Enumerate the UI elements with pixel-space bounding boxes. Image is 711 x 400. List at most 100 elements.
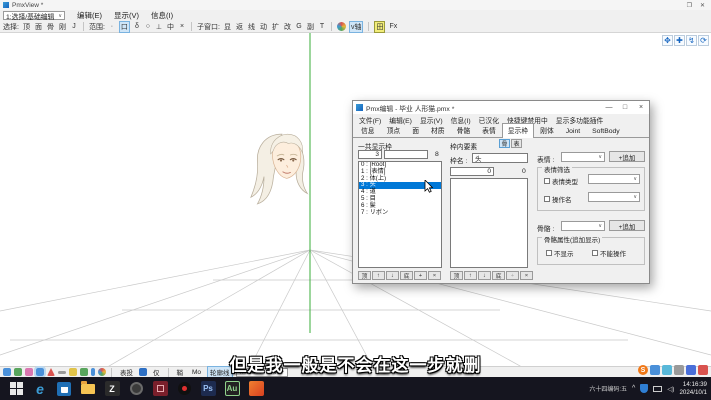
element-down-button[interactable]: ↓ (478, 271, 491, 280)
frame-list-item[interactable]: 7 : リボン (359, 210, 441, 217)
element-delete-button[interactable]: × (520, 271, 533, 280)
range-point-button[interactable]: · (108, 23, 116, 30)
select-bone-button[interactable]: 骨 (46, 22, 55, 32)
tab-info[interactable]: 信息 (355, 123, 381, 137)
menu-edit[interactable]: 编辑(E) (77, 10, 102, 21)
frame-listbox[interactable]: 0 : [Root] 1 : [表情] 2 : 体(上) 3 : 头 4 : 道… (358, 161, 442, 268)
edit-mode-select[interactable]: 1:选择/基础编辑 ∨ (3, 11, 65, 20)
element-index-input[interactable]: 0 (450, 167, 494, 176)
frame-up-button[interactable]: ↑ (372, 271, 385, 280)
element-morph-toggle[interactable]: 表 (511, 139, 522, 148)
menu-info[interactable]: 信息(I) (151, 10, 173, 21)
tab-display-frame[interactable]: 显示枠 (502, 123, 534, 138)
dialog-menu-plugins[interactable]: 显示多功能插件 (556, 115, 604, 125)
range-clear-button[interactable]: × (178, 23, 186, 30)
select-joint-button[interactable]: J (70, 23, 78, 30)
dialog-minimize-icon[interactable]: — (601, 104, 617, 111)
dark-circle-app-icon[interactable] (128, 381, 144, 397)
tab-rigidbody[interactable]: 刚体 (534, 123, 560, 137)
video-subtitle: 但是我一般是不会在这一步就删 (0, 351, 711, 376)
element-bottom-button[interactable]: 底 (492, 271, 505, 280)
select-face-button[interactable]: 面 (34, 22, 43, 32)
rotation-sphere-icon[interactable] (337, 22, 346, 31)
v-axis-button[interactable]: v轴 (349, 21, 364, 33)
frame-bottom-button[interactable]: 底 (400, 271, 413, 280)
frame-index-input[interactable]: 3 (358, 150, 382, 159)
frame-add-button[interactable]: + (414, 271, 427, 280)
red-app-icon[interactable] (152, 381, 168, 397)
frame-down-button[interactable]: ↓ (386, 271, 399, 280)
tab-morph[interactable]: 表情 (476, 123, 502, 137)
subwin-button-7[interactable]: G (295, 23, 303, 30)
element-top-button[interactable]: 顶 (450, 271, 463, 280)
store-icon[interactable] (56, 381, 72, 397)
dialog-title: Pmx编辑 - 毕业 人形猫.pmx * (366, 103, 454, 113)
defender-shield-icon[interactable] (640, 384, 648, 393)
morph-add-button[interactable]: +追加 (609, 151, 645, 162)
subwin-button-6[interactable]: 改 (283, 22, 292, 32)
tab-vertex[interactable]: 顶点 (381, 123, 407, 137)
menu-view[interactable]: 显示(V) (114, 10, 139, 21)
bone-add-button[interactable]: +追加 (609, 220, 645, 231)
subwin-button-2[interactable]: 返 (235, 22, 244, 32)
speaker-icon[interactable]: ◁) (667, 385, 674, 393)
range-group-label: 范围: (89, 22, 105, 32)
morph-combo[interactable]: ∨ (561, 152, 605, 162)
dialog-maximize-icon[interactable]: □ (617, 104, 633, 111)
bone-lock-checkbox[interactable]: 不能操作 (592, 248, 626, 258)
subwin-button-9[interactable]: T (318, 23, 326, 30)
select-vertex-button[interactable]: 顶 (22, 22, 31, 32)
recorder-app-icon[interactable] (176, 381, 192, 397)
select-rigid-button[interactable]: 刚 (58, 22, 67, 32)
bone-hide-checkbox[interactable]: 不显示 (546, 248, 574, 258)
audition-icon[interactable]: Au (224, 381, 240, 397)
element-up-button[interactable]: ↑ (464, 271, 477, 280)
taskbar-clock[interactable]: 14:16:39 2024/10/1 (679, 381, 707, 397)
frame-name-field[interactable]: 头 (472, 153, 528, 163)
fx-button[interactable]: Fx (388, 23, 398, 30)
element-bone-toggle[interactable]: 骨 (499, 139, 510, 148)
grid-view-icon[interactable]: 田 (374, 21, 385, 33)
frame-name-input[interactable] (384, 150, 428, 159)
ime-status[interactable]: 六十四编码:五 (589, 384, 627, 393)
file-explorer-icon[interactable] (80, 381, 96, 397)
dialog-close-icon[interactable]: × (633, 104, 649, 111)
photoshop-icon[interactable]: Ps (200, 381, 216, 397)
start-button[interactable] (8, 381, 24, 397)
morph-panel-checkbox[interactable]: 操作名 (544, 194, 572, 204)
range-lasso-button[interactable]: δ (133, 23, 141, 30)
subwin-button-3[interactable]: 线 (247, 22, 256, 32)
subwin-button-5[interactable]: 扩 (271, 22, 280, 32)
morph-type-combo[interactable]: ∨ (588, 174, 640, 184)
tab-face[interactable]: 面 (406, 123, 425, 137)
orange-app-icon[interactable] (248, 381, 264, 397)
bone-combo[interactable]: ∨ (561, 221, 605, 231)
tab-bone[interactable]: 骨骼 (451, 123, 477, 137)
subwin-button-4[interactable]: 动 (259, 22, 268, 32)
restore-icon[interactable]: ❐ (687, 2, 692, 9)
character-head-model[interactable] (248, 131, 314, 209)
edit-mode-value: 1:选择/基础编辑 (6, 11, 54, 21)
range-box-button[interactable]: 口 (119, 21, 130, 33)
display-icon[interactable] (653, 386, 662, 392)
range-center-button[interactable]: 中 (166, 22, 175, 32)
tab-joint[interactable]: Joint (560, 126, 586, 137)
range-circle-button[interactable]: ○ (144, 23, 152, 30)
z-app-icon[interactable]: Z (104, 381, 120, 397)
morph-panel-combo[interactable]: ∨ (588, 192, 640, 202)
element-listbox[interactable] (450, 178, 528, 268)
frame-delete-button[interactable]: × (428, 271, 441, 280)
subwin-button-1[interactable]: 显 (223, 22, 232, 32)
element-add-button[interactable]: + (506, 271, 519, 280)
frame-top-button[interactable]: 顶 (358, 271, 371, 280)
range-line-button[interactable]: ⊥ (155, 23, 163, 31)
tab-softbody[interactable]: SoftBody (586, 126, 626, 137)
morph-type-checkbox[interactable]: 表情类型 (544, 176, 578, 186)
tab-material[interactable]: 材质 (425, 123, 451, 137)
subwin-button-8[interactable]: 副 (306, 22, 315, 32)
close-icon[interactable]: ✕ (700, 2, 705, 9)
tray-chevron-icon[interactable]: ^ (632, 385, 635, 392)
dialog-titlebar[interactable]: Pmx编辑 - 毕业 人形猫.pmx * — □ × (353, 101, 649, 114)
taskbar: e Z Ps Au 六十四编码:五 ^ (0, 377, 711, 400)
edge-browser-icon[interactable]: e (32, 381, 48, 397)
